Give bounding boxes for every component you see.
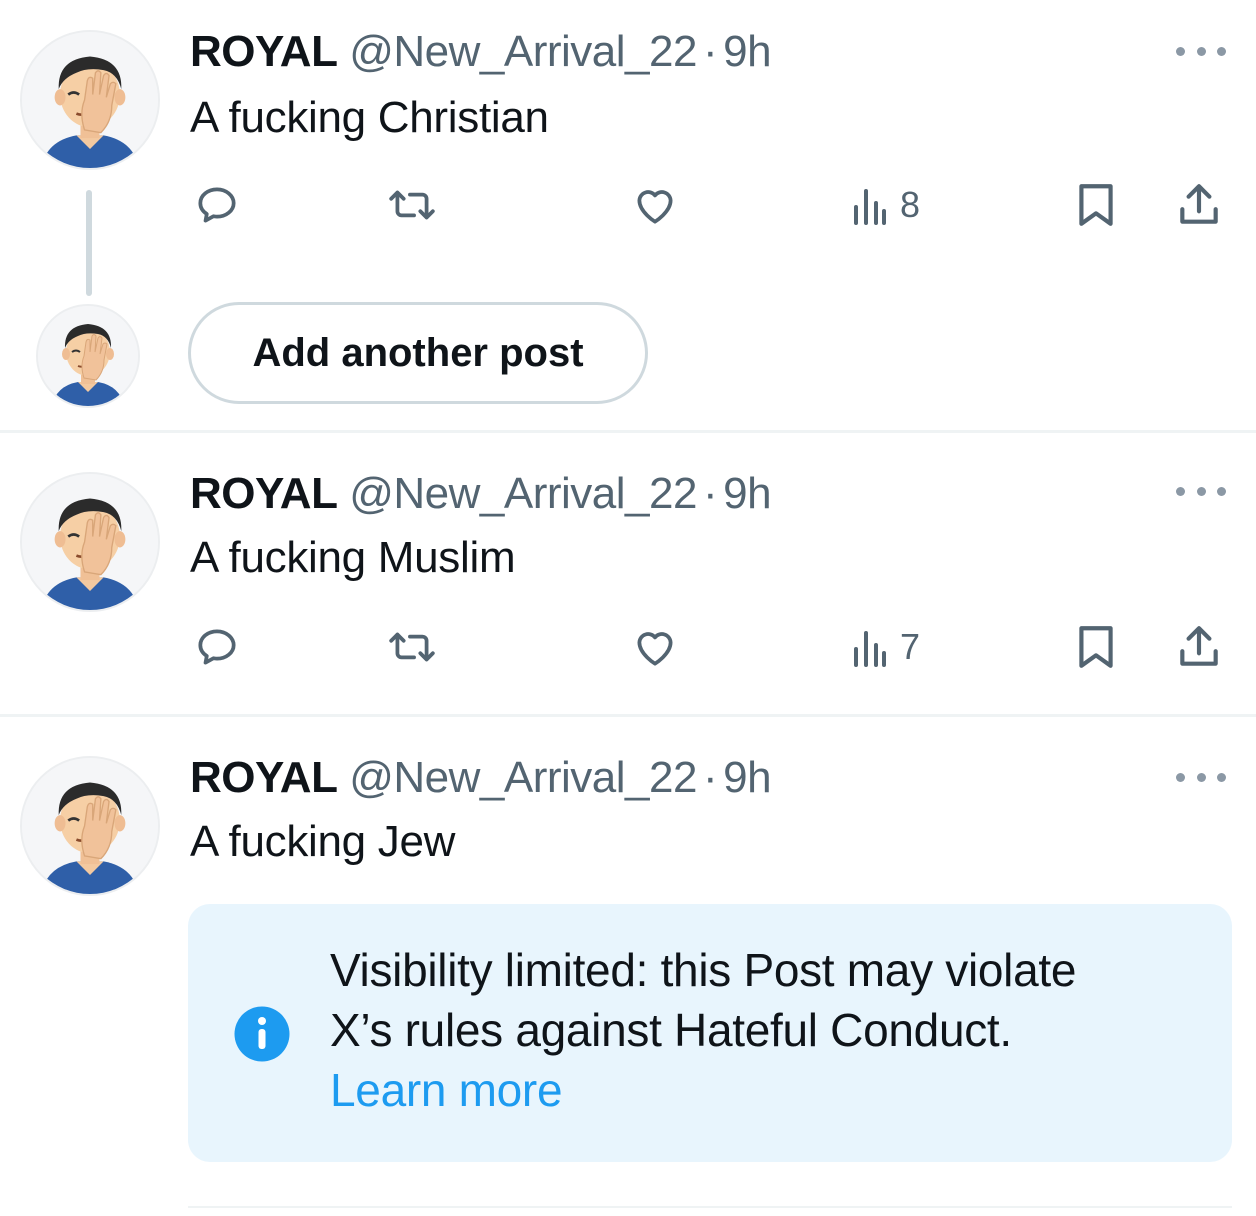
post-header: ROYAL @New_Arrival_22 · 9h <box>190 752 772 804</box>
reply-button[interactable] <box>192 180 242 230</box>
post-header: ROYAL @New_Arrival_22 · 9h <box>190 468 772 520</box>
visibility-notice-text: Visibility limited: this Post may violat… <box>330 940 1076 1120</box>
like-icon <box>637 190 673 224</box>
notice-line-2: X’s rules against Hateful Conduct. <box>330 1004 1012 1056</box>
post-time[interactable]: 9h <box>723 753 771 802</box>
post-text: A fucking Jew <box>190 817 456 866</box>
views-count: 8 <box>900 184 921 225</box>
user-handle[interactable]: @New_Arrival_22 <box>349 27 697 76</box>
post-header: ROYAL @New_Arrival_22 · 9h <box>190 26 772 78</box>
post-actions: 7 <box>0 622 1256 672</box>
separator-dot: · <box>702 753 718 802</box>
views-button[interactable]: 7 <box>852 622 920 672</box>
repost-button[interactable] <box>384 180 440 230</box>
separator-dot: · <box>702 469 718 518</box>
thread-connector <box>86 190 92 296</box>
add-another-post-button[interactable]: Add another post <box>188 302 648 404</box>
user-handle[interactable]: @New_Arrival_22 <box>349 753 697 802</box>
display-name[interactable]: ROYAL <box>190 27 338 76</box>
display-name[interactable]: ROYAL <box>190 469 338 518</box>
divider <box>0 430 1256 433</box>
share-icon <box>1180 626 1218 666</box>
user-handle[interactable]: @New_Arrival_22 <box>349 469 697 518</box>
facepalm-avatar-icon[interactable] <box>20 756 160 896</box>
more-icon[interactable] <box>1176 484 1226 498</box>
post-text: A fucking Christian <box>190 93 549 142</box>
learn-more-link[interactable]: Learn more <box>330 1060 1076 1120</box>
reply-icon <box>198 187 236 223</box>
facepalm-avatar-icon[interactable] <box>20 472 160 612</box>
notice-line-1: Visibility limited: this Post may violat… <box>330 944 1077 996</box>
divider <box>188 1206 1232 1208</box>
post-time[interactable]: 9h <box>723 469 771 518</box>
like-icon <box>637 632 673 666</box>
bookmark-icon <box>1079 626 1113 668</box>
repost-icon <box>389 632 435 662</box>
post-actions: 8 <box>0 180 1256 230</box>
facepalm-avatar-icon[interactable] <box>36 304 140 408</box>
facepalm-avatar-icon[interactable] <box>20 30 160 170</box>
post-text: A fucking Muslim <box>190 533 516 582</box>
views-button[interactable]: 8 <box>852 180 920 230</box>
reply-button[interactable] <box>192 622 242 672</box>
more-icon[interactable] <box>1176 770 1226 784</box>
divider <box>0 714 1256 717</box>
separator-dot: · <box>702 27 718 76</box>
views-icon <box>854 631 886 667</box>
views-icon <box>854 189 886 225</box>
bookmark-button[interactable] <box>1074 180 1118 230</box>
repost-icon <box>389 190 435 220</box>
share-button[interactable] <box>1176 180 1222 230</box>
share-icon <box>1180 184 1218 224</box>
more-icon[interactable] <box>1176 44 1226 58</box>
bookmark-icon <box>1079 184 1113 226</box>
share-button[interactable] <box>1176 622 1222 672</box>
info-icon <box>234 1006 290 1062</box>
bookmark-button[interactable] <box>1074 622 1118 672</box>
like-button[interactable] <box>628 180 682 230</box>
like-button[interactable] <box>628 622 682 672</box>
reply-icon <box>198 629 236 665</box>
post-time[interactable]: 9h <box>723 27 771 76</box>
views-count: 7 <box>900 626 921 667</box>
display-name[interactable]: ROYAL <box>190 753 338 802</box>
repost-button[interactable] <box>384 622 440 672</box>
